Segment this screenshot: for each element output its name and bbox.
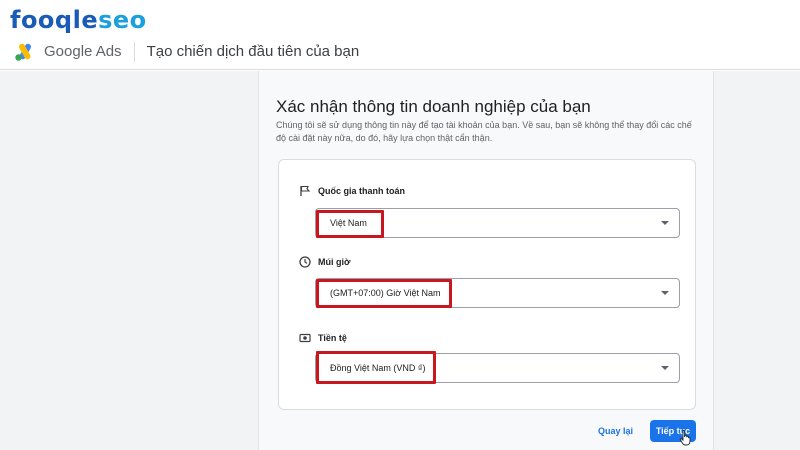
foogleseo-logo: fooqleseo <box>10 6 147 34</box>
timezone-label: Múi giờ <box>299 256 350 268</box>
back-button[interactable]: Quay lại <box>598 426 633 436</box>
currency-label-text: Tiền tệ <box>318 333 347 343</box>
header-divider <box>133 41 135 62</box>
chevron-down-icon <box>661 366 669 370</box>
timezone-select[interactable]: (GMT+07:00) Giờ Việt Nam <box>315 278 680 308</box>
chevron-down-icon <box>661 291 669 295</box>
timezone-label-text: Múi giờ <box>318 257 351 267</box>
chevron-down-icon <box>661 221 669 225</box>
country-label-text: Quốc gia thanh toán <box>318 186 405 196</box>
clock-icon <box>299 256 311 268</box>
currency-select[interactable]: Đồng Việt Nam (VND ₫) <box>315 353 680 383</box>
product-name: Google Ads <box>44 43 122 60</box>
flag-icon <box>300 185 311 196</box>
country-value: Việt Nam <box>330 218 367 228</box>
currency-label: Tiền tệ <box>299 332 347 344</box>
country-label: Quốc gia thanh toán <box>299 185 405 197</box>
google-ads-logo-icon[interactable] <box>14 42 36 62</box>
section-description: Chúng tôi sẽ sử dụng thông tin này để tạ… <box>276 120 692 143</box>
logo-text-part2: seo <box>98 6 147 34</box>
top-bar: Google Ads Tạo chiến dịch đầu tiên của b… <box>0 34 800 70</box>
section-heading: Xác nhận thông tin doanh nghiệp của bạn <box>276 97 591 116</box>
currency-icon <box>299 333 311 343</box>
page-title: Tạo chiến dịch đầu tiên của bạn <box>146 43 360 60</box>
currency-value: Đồng Việt Nam (VND ₫) <box>330 363 426 373</box>
logo-text-part1: fooqle <box>10 6 99 34</box>
timezone-value: (GMT+07:00) Giờ Việt Nam <box>330 288 441 298</box>
country-select[interactable]: Việt Nam <box>315 208 680 238</box>
hand-cursor-icon <box>679 430 691 446</box>
